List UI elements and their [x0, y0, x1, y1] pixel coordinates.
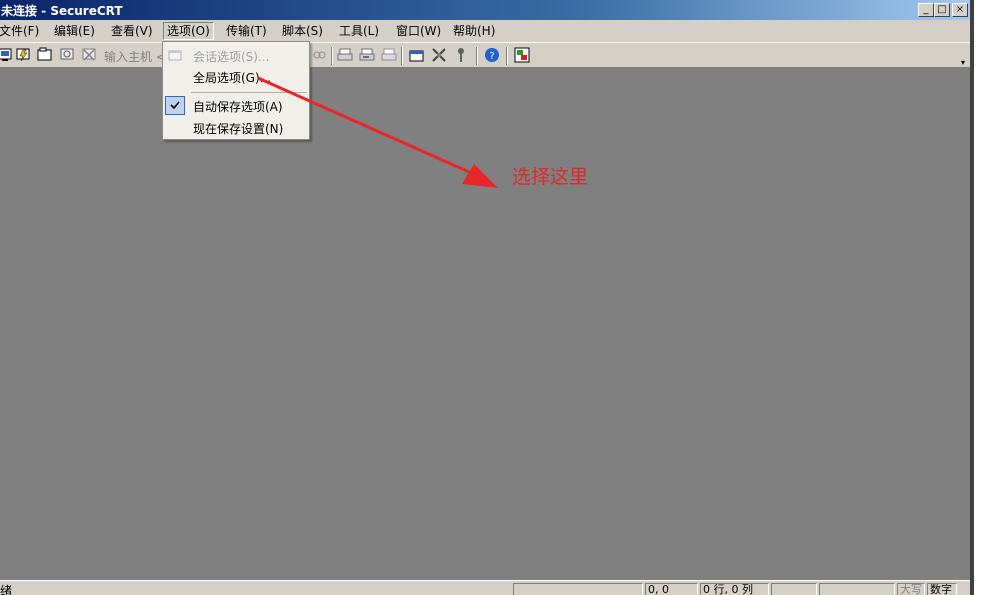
menu-view[interactable]: 查看(V)	[108, 22, 156, 40]
menu-item-session-options[interactable]: 会话选项(S)...	[163, 45, 309, 66]
toolbar-overflow-chevron-icon[interactable]: ▾	[961, 58, 965, 67]
close-button[interactable]: ×	[952, 3, 968, 17]
menu-file[interactable]: 文件(F)	[0, 22, 42, 40]
toolbar-separator	[506, 47, 508, 65]
status-pane-num-lock: 数字	[927, 583, 957, 595]
status-text: 绪	[0, 584, 13, 595]
menu-item-label: 会话选项(S)...	[193, 50, 270, 64]
status-pane-position: 0, 0	[645, 583, 698, 595]
session-options-icon[interactable]	[409, 47, 425, 63]
title-bar[interactable]: 未连接 - SecureCRT _ □ ×	[0, 0, 974, 20]
toolbar-separator	[401, 47, 403, 65]
maximize-button[interactable]: □	[934, 3, 950, 17]
minimize-button[interactable]: _	[918, 3, 934, 17]
menu-item-save-settings-now[interactable]: 现在保存设置(N)	[163, 117, 309, 138]
session-area[interactable]	[0, 68, 974, 580]
global-options-icon[interactable]	[431, 47, 447, 63]
connect-icon[interactable]	[0, 47, 13, 63]
disconnect-icon[interactable]	[81, 47, 97, 63]
status-pane-blank	[513, 583, 643, 595]
menu-tools[interactable]: 工具(L)	[336, 22, 382, 40]
options-dropdown-menu: 会话选项(S)... 全局选项(G)... 自动保存选项(A) 现在保存设置(N…	[162, 41, 310, 140]
menu-item-label: 现在保存设置(N)	[193, 122, 284, 136]
status-pane-blank	[819, 583, 895, 595]
print-screen-icon[interactable]	[381, 47, 397, 63]
session-options-icon	[168, 50, 182, 61]
menu-transfer[interactable]: 传输(T)	[223, 22, 270, 40]
menu-item-global-options[interactable]: 全局选项(G)...	[163, 66, 309, 87]
menu-edit[interactable]: 编辑(E)	[51, 22, 98, 40]
toolbar-separator	[331, 47, 333, 65]
status-bar: 绪 0, 0 0 行, 0 列 大写 数字	[0, 580, 974, 595]
menu-item-label: 全局选项(G)...	[193, 71, 272, 85]
status-pane-blank	[771, 583, 817, 595]
menu-bar: 文件(F) 编辑(E) 查看(V) 选项(O) 传输(T) 脚本(S) 工具(L…	[0, 20, 974, 42]
status-pane-rows-cols: 0 行, 0 列	[700, 583, 769, 595]
reconnect-icon[interactable]	[59, 47, 75, 63]
toolbar: 输入主机 < ? ▾	[0, 42, 974, 68]
print-selection-icon[interactable]	[359, 47, 375, 63]
print-icon[interactable]	[337, 47, 353, 63]
quick-connect-icon[interactable]	[15, 47, 31, 63]
menu-script[interactable]: 脚本(S)	[279, 22, 326, 40]
help-icon[interactable]: ?	[484, 47, 500, 63]
svg-text:?: ?	[489, 51, 494, 62]
checkmark-icon	[165, 96, 185, 115]
sftp-icon[interactable]	[514, 47, 530, 63]
menu-options[interactable]: 选项(O)	[163, 22, 214, 40]
menu-separator	[191, 92, 307, 93]
annotation-label: 选择这里	[512, 166, 589, 188]
find-icon[interactable]	[311, 47, 327, 63]
keymap-icon[interactable]	[453, 47, 469, 63]
status-pane-caps-lock: 大写	[897, 583, 925, 595]
desktop-background	[974, 0, 1002, 595]
menu-item-autosave-options[interactable]: 自动保存选项(A)	[163, 95, 309, 116]
menu-window[interactable]: 窗口(W)	[393, 22, 444, 40]
connect-tab-icon[interactable]	[37, 47, 53, 63]
window-title: 未连接 - SecureCRT	[1, 4, 123, 18]
quick-connect-box[interactable]: 输入主机 <	[104, 48, 166, 65]
menu-help[interactable]: 帮助(H)	[450, 22, 498, 40]
toolbar-separator	[476, 47, 478, 65]
menu-item-label: 自动保存选项(A)	[193, 100, 283, 114]
securecrt-window: 未连接 - SecureCRT _ □ × 文件(F) 编辑(E) 查看(V) …	[0, 0, 974, 595]
